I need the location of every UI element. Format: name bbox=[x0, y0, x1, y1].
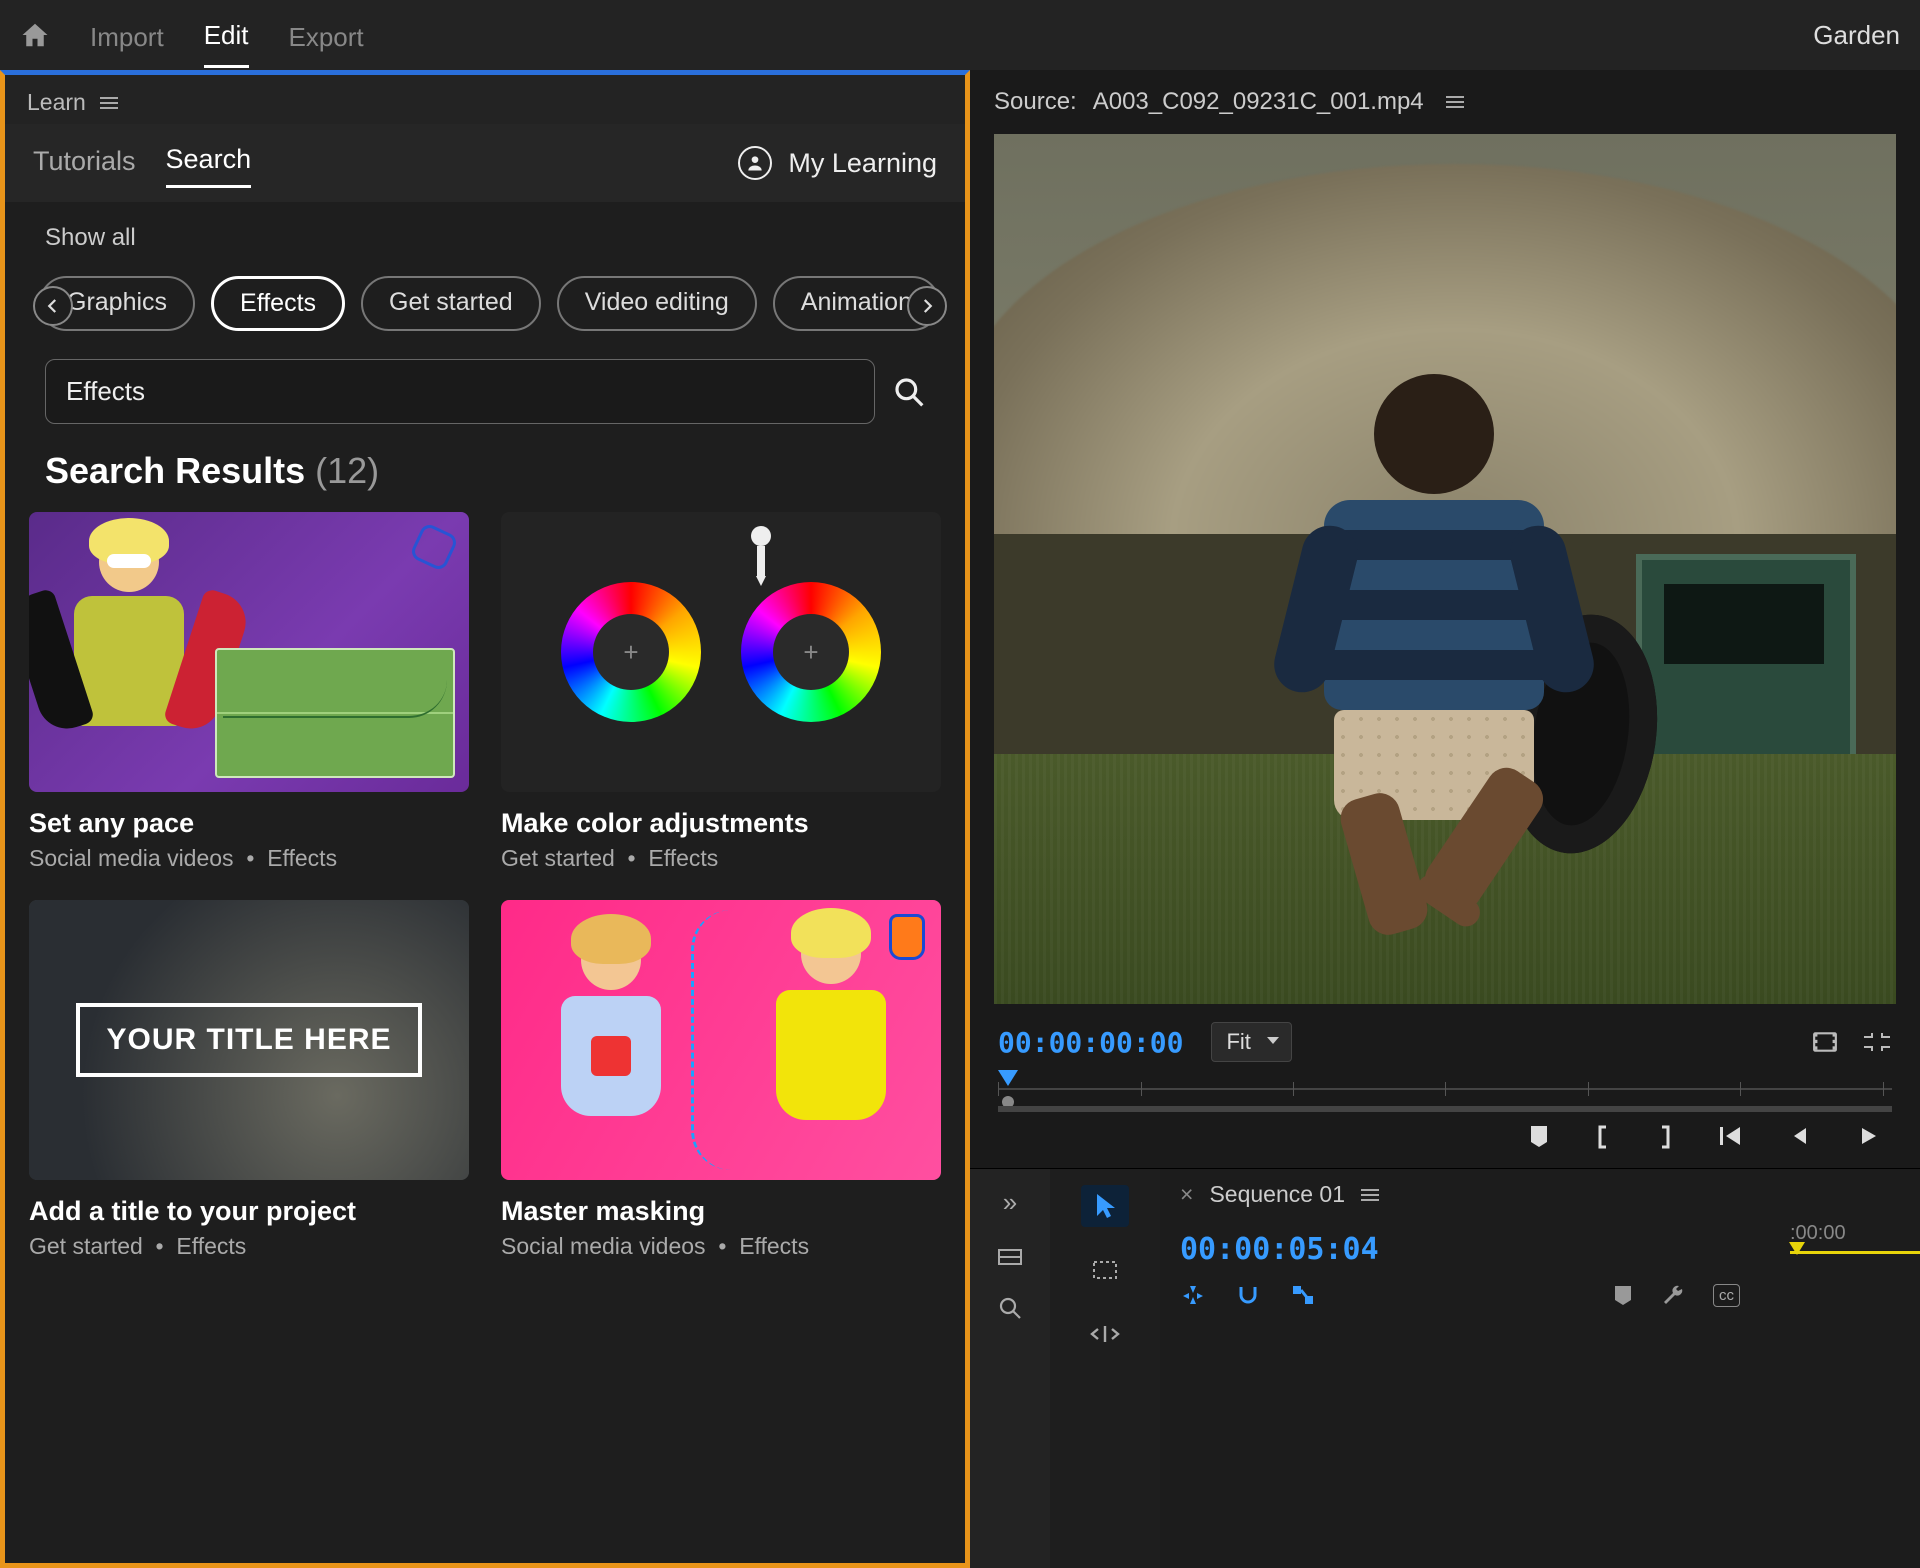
thumbnail: YOUR TITLE HERE bbox=[29, 900, 469, 1180]
thumbnail bbox=[501, 900, 941, 1180]
tool-column: » bbox=[970, 1169, 1050, 1568]
card-title: Make color adjustments bbox=[501, 808, 941, 839]
wrench-icon[interactable] bbox=[1661, 1283, 1685, 1307]
tutorial-card[interactable]: Master masking Social media videos • Eff… bbox=[501, 900, 941, 1260]
thumbnail bbox=[501, 512, 941, 792]
clip-tool-icon[interactable] bbox=[997, 1246, 1023, 1268]
eyedropper-icon bbox=[747, 526, 775, 578]
card-meta: Social media videos • Effects bbox=[29, 845, 469, 872]
filter-chips: Graphics Effects Get started Video editi… bbox=[5, 264, 965, 351]
chip-scroll-left[interactable] bbox=[33, 286, 73, 326]
sequence-name[interactable]: Sequence 01 bbox=[1209, 1181, 1345, 1208]
tab-export[interactable]: Export bbox=[289, 4, 364, 67]
film-strip-icon[interactable] bbox=[1812, 1031, 1838, 1053]
card-title: Set any pace bbox=[29, 808, 469, 839]
sequence-menu-icon[interactable] bbox=[1361, 1189, 1379, 1201]
top-navbar: Import Edit Export Garden bbox=[0, 0, 1920, 70]
zoom-fit-select[interactable]: Fit bbox=[1211, 1022, 1291, 1062]
source-monitor-area: Source: A003_C092_09231C_001.mp4 bbox=[970, 70, 1920, 1568]
edit-tools-column bbox=[1050, 1169, 1160, 1568]
chip-get-started[interactable]: Get started bbox=[361, 276, 541, 331]
magnet-icon[interactable] bbox=[1236, 1283, 1260, 1307]
my-learning-button[interactable]: My Learning bbox=[738, 146, 937, 180]
captions-icon[interactable]: cc bbox=[1713, 1284, 1740, 1307]
tab-edit[interactable]: Edit bbox=[204, 2, 249, 68]
tab-import[interactable]: Import bbox=[90, 4, 164, 67]
timeline-timecode[interactable]: 00:00:05:04 bbox=[1180, 1232, 1740, 1267]
card-meta: Social media videos • Effects bbox=[501, 1233, 941, 1260]
source-label: Source: bbox=[994, 88, 1077, 116]
go-to-in-icon[interactable] bbox=[1718, 1124, 1744, 1150]
home-icon[interactable] bbox=[20, 20, 50, 50]
chip-video-editing[interactable]: Video editing bbox=[557, 276, 757, 331]
results-heading: Search Results (12) bbox=[5, 444, 965, 512]
marker-icon[interactable] bbox=[1613, 1284, 1633, 1306]
source-timecode[interactable]: 00:00:00:00 bbox=[998, 1026, 1183, 1059]
snap-icon[interactable] bbox=[1180, 1283, 1206, 1307]
card-title: Add a title to your project bbox=[29, 1196, 469, 1227]
learn-panel: Learn Tutorials Search My Learning Show … bbox=[0, 70, 970, 1568]
linked-selection-icon[interactable] bbox=[1290, 1283, 1316, 1307]
transport-controls bbox=[970, 1104, 1920, 1168]
source-menu-icon[interactable] bbox=[1446, 96, 1464, 108]
expand-tools-icon[interactable]: » bbox=[1003, 1187, 1017, 1218]
video-preview[interactable] bbox=[994, 134, 1896, 1004]
card-meta: Get started • Effects bbox=[501, 845, 941, 872]
show-all-link[interactable]: Show all bbox=[5, 202, 965, 264]
user-icon bbox=[738, 146, 772, 180]
search-input[interactable] bbox=[45, 359, 875, 424]
subtab-tutorials[interactable]: Tutorials bbox=[33, 140, 136, 187]
card-meta: Get started • Effects bbox=[29, 1233, 469, 1260]
out-bracket-icon[interactable] bbox=[1656, 1124, 1674, 1150]
panel-title: Learn bbox=[27, 89, 86, 116]
play-icon[interactable] bbox=[1856, 1124, 1880, 1150]
chip-effects[interactable]: Effects bbox=[211, 276, 345, 331]
close-icon[interactable]: × bbox=[1180, 1181, 1193, 1208]
tutorial-card[interactable]: Set any pace Social media videos • Effec… bbox=[29, 512, 469, 872]
my-learning-label: My Learning bbox=[788, 148, 937, 179]
timeline-ruler[interactable]: :00:00 bbox=[1790, 1222, 1900, 1254]
tutorial-card[interactable]: Make color adjustments Get started • Eff… bbox=[501, 512, 941, 872]
chip-scroll-right[interactable] bbox=[907, 286, 947, 326]
timeline-panel: » × Sequence 01 bbox=[970, 1168, 1920, 1568]
search-icon[interactable] bbox=[893, 376, 925, 408]
in-bracket-icon[interactable] bbox=[1594, 1124, 1612, 1150]
ripple-tool-icon[interactable] bbox=[1081, 1249, 1129, 1291]
source-ruler[interactable] bbox=[998, 1074, 1892, 1104]
project-name: Garden bbox=[1813, 20, 1900, 51]
selection-tool-icon[interactable] bbox=[1081, 1185, 1129, 1227]
subtab-search[interactable]: Search bbox=[166, 138, 252, 188]
slip-tool-icon[interactable] bbox=[1081, 1313, 1129, 1355]
marker-icon[interactable] bbox=[1528, 1124, 1550, 1150]
thumbnail bbox=[29, 512, 469, 792]
step-back-icon[interactable] bbox=[1788, 1124, 1812, 1150]
search-tool-icon[interactable] bbox=[998, 1296, 1022, 1320]
title-placeholder: YOUR TITLE HERE bbox=[76, 1003, 421, 1077]
card-title: Master masking bbox=[501, 1196, 941, 1227]
tutorial-card[interactable]: YOUR TITLE HERE Add a title to your proj… bbox=[29, 900, 469, 1260]
insert-overwrite-icon[interactable] bbox=[1862, 1031, 1892, 1053]
source-filename: A003_C092_09231C_001.mp4 bbox=[1093, 88, 1424, 116]
panel-menu-icon[interactable] bbox=[100, 97, 118, 109]
